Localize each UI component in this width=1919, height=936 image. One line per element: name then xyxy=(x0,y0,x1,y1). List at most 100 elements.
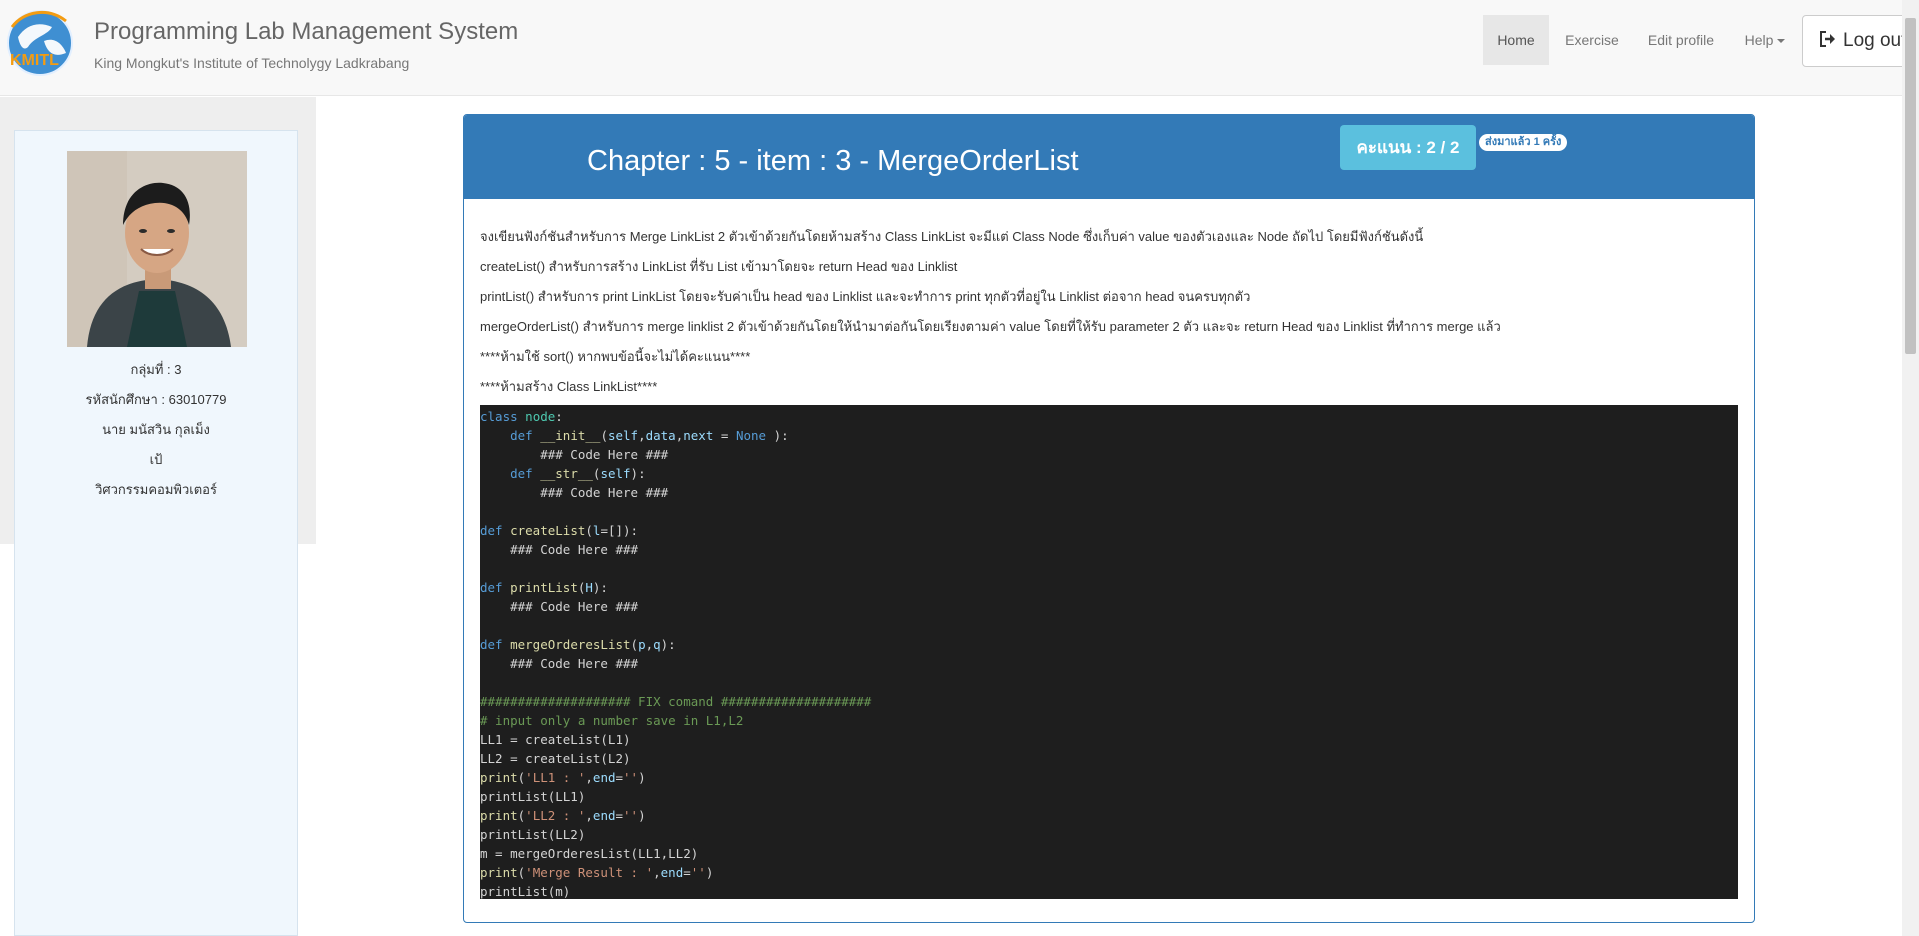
code-token: __init__ xyxy=(540,428,601,443)
logo-text: KMITL xyxy=(10,52,59,69)
kmitl-logo[interactable]: KMITL xyxy=(4,7,76,77)
code-token: ( xyxy=(585,523,593,538)
code-token: end xyxy=(660,865,684,880)
code-token: , xyxy=(653,865,661,880)
code-line: ### Code Here ### xyxy=(480,656,639,671)
profile-group: กลุ่มที่ : 3 xyxy=(130,362,182,377)
code-token: '' xyxy=(623,770,639,785)
code-line: ### Code Here ### xyxy=(480,447,669,462)
brand-subtitle: King Mongkut's Institute of Technolygy L… xyxy=(94,55,410,71)
nav-home[interactable]: Home xyxy=(1483,15,1549,65)
code-token: class xyxy=(480,409,518,424)
code-token: ): xyxy=(660,637,676,652)
top-navbar: KMITL Programming Lab Management System … xyxy=(0,0,1919,96)
code-line xyxy=(480,559,1738,578)
code-line: print('Merge Result : ',end='') xyxy=(480,863,1738,882)
code-token: , xyxy=(585,808,593,823)
code-line: def printList(H): xyxy=(480,578,1738,597)
code-line: #################### FIX comand ########… xyxy=(480,694,872,709)
code-token: , xyxy=(585,770,593,785)
code-token: printList xyxy=(510,580,578,595)
code-token: ( xyxy=(600,428,608,443)
code-line: printList(m) xyxy=(480,884,571,899)
code-token: def xyxy=(480,637,503,652)
code-line xyxy=(480,616,1738,635)
caret-down-icon xyxy=(1777,39,1786,44)
code-token: node xyxy=(525,409,556,424)
code-token: = xyxy=(713,428,736,443)
exercise-card: Chapter : 5 - item : 3 - MergeOrderList … xyxy=(463,114,1755,923)
code-line: ### Code Here ### xyxy=(480,485,669,500)
logout-icon xyxy=(1820,31,1835,47)
kmitl-logo-graphic: KMITL xyxy=(7,10,73,76)
description-line: createList() สำหรับการสร้าง LinkList ที่… xyxy=(480,259,958,274)
code-line: print('LL1 : ',end='') xyxy=(480,768,1738,787)
exercise-card-header: Chapter : 5 - item : 3 - MergeOrderList … xyxy=(464,115,1754,199)
code-token: =[]): xyxy=(600,523,639,538)
code-token: , xyxy=(645,637,654,652)
nav-edit-profile[interactable]: Edit profile xyxy=(1636,15,1726,65)
code-line: printList(LL1) xyxy=(480,789,586,804)
code-token: __str__ xyxy=(540,466,593,481)
description-line: printList() สำหรับการ print LinkList โดย… xyxy=(480,289,1251,304)
code-token: = xyxy=(615,770,624,785)
code-token: print xyxy=(480,865,518,880)
code-line: class node: xyxy=(480,407,1738,426)
code-token: end xyxy=(592,808,616,823)
page-scrollbar[interactable] xyxy=(1902,0,1919,936)
logout-label: Log out xyxy=(1843,30,1907,51)
code-line: print('LL2 : ',end='') xyxy=(480,806,1738,825)
user-avatar xyxy=(67,151,247,347)
code-token: mergeOrderesList xyxy=(510,637,631,652)
code-token: ): xyxy=(766,428,789,443)
nav-help-dropdown[interactable]: Help xyxy=(1736,15,1794,65)
code-token: ) xyxy=(638,808,646,823)
profile-department: วิศวกรรมคอมพิวเตอร์ xyxy=(95,482,217,497)
code-token: print xyxy=(480,808,518,823)
code-line: # input only a number save in L1,L2 xyxy=(480,713,744,728)
score-box: คะแนน : 2 / 2 xyxy=(1340,125,1476,170)
avatar-photo xyxy=(67,151,247,347)
code-token: ( xyxy=(630,637,639,652)
code-token: def xyxy=(510,466,533,481)
scrollbar-thumb[interactable] xyxy=(1905,18,1916,354)
profile-nickname: เป้ xyxy=(149,452,163,467)
code-line: def createList(l=[]): xyxy=(480,521,1738,540)
code-line: def mergeOrderesList(p,q): xyxy=(480,635,1738,654)
code-token: p xyxy=(638,637,646,652)
code-line: printList(LL2) xyxy=(480,827,586,842)
code-line: LL2 = createList(L2) xyxy=(480,751,631,766)
code-block[interactable]: class node: def __init__(self,data,next … xyxy=(480,405,1738,899)
code-token: 'LL2 : ' xyxy=(525,808,586,823)
code-token: q xyxy=(653,637,661,652)
code-token: self xyxy=(607,428,639,443)
profile-student-id: รหัสนักศึกษา : 63010779 xyxy=(85,392,227,407)
profile-panel: กลุ่มที่ : 3 รหัสนักศึกษา : 63010779 นาย… xyxy=(14,130,298,936)
code-token: '' xyxy=(623,808,639,823)
exercise-title: Chapter : 5 - item : 3 - MergeOrderList xyxy=(587,145,1079,177)
description-line: จงเขียนฟังก์ชันสำหรับการ Merge LinkList … xyxy=(480,229,1424,244)
code-line: def __init__(self,data,next = None ): xyxy=(480,426,1738,445)
code-line xyxy=(480,502,1738,521)
code-line: ### Code Here ### xyxy=(480,542,639,557)
code-line: LL1 = createList(L1) xyxy=(480,732,631,747)
code-token: ): xyxy=(592,580,608,595)
code-line: m = mergeOrderesList(LL1,LL2) xyxy=(480,846,699,861)
brand-title[interactable]: Programming Lab Management System xyxy=(94,18,518,46)
code-token: = xyxy=(615,808,624,823)
code-token: '' xyxy=(690,865,706,880)
code-token: data xyxy=(645,428,676,443)
code-token: def xyxy=(510,428,533,443)
code-token: , xyxy=(638,428,646,443)
nav-help-label: Help xyxy=(1744,32,1774,48)
nav-exercise[interactable]: Exercise xyxy=(1553,15,1631,65)
code-token: createList xyxy=(510,523,586,538)
code-line: def __str__(self): xyxy=(480,464,1738,483)
code-token: H xyxy=(585,580,593,595)
code-token: 'LL1 : ' xyxy=(525,770,586,785)
code-token: def xyxy=(480,523,503,538)
code-line: ### Code Here ### xyxy=(480,599,639,614)
code-token: def xyxy=(480,580,503,595)
